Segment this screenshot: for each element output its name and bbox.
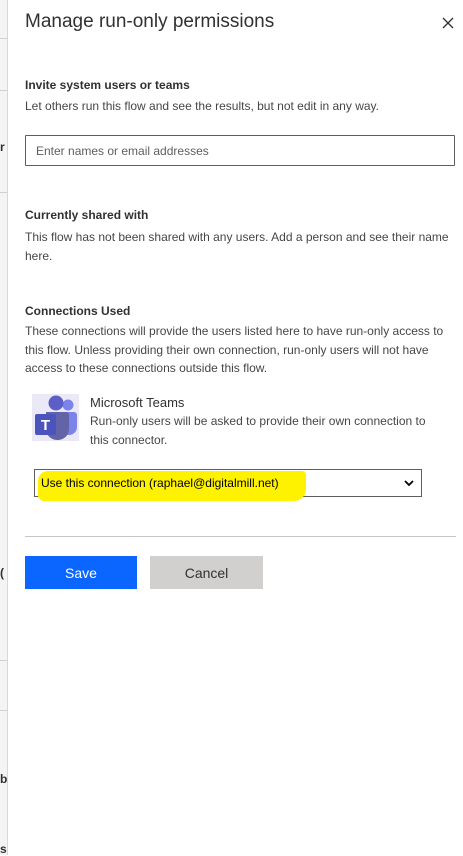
background-divider — [0, 660, 7, 661]
connection-select[interactable]: Use this connection (raphael@digitalmill… — [34, 469, 422, 501]
cancel-button[interactable]: Cancel — [150, 556, 263, 589]
background-divider — [0, 38, 7, 39]
invite-heading: Invite system users or teams — [25, 78, 190, 92]
invite-input[interactable] — [25, 135, 455, 166]
footer-divider — [25, 536, 456, 537]
save-button[interactable]: Save — [25, 556, 137, 589]
background-divider — [0, 90, 7, 91]
background-text-fragment: b — [0, 772, 7, 786]
panel-title: Manage run-only permissions — [25, 11, 275, 32]
chevron-down-icon — [404, 480, 414, 487]
invite-description: Let others run this flow and see the res… — [25, 99, 379, 113]
connections-heading: Connections Used — [25, 304, 131, 318]
close-button[interactable] — [438, 13, 458, 33]
connections-description: These connections will provide the users… — [25, 324, 444, 375]
background-text-fragment: ( — [0, 566, 4, 580]
background-text-fragment: r — [0, 140, 5, 154]
close-icon — [442, 17, 454, 29]
background-page-strip — [0, 0, 8, 855]
shared-description: This flow has not been shared with any u… — [25, 230, 449, 263]
shared-heading: Currently shared with — [25, 208, 149, 222]
microsoft-teams-icon: T — [32, 394, 79, 441]
svg-text:T: T — [41, 417, 50, 434]
background-divider — [0, 192, 7, 193]
connection-name: Microsoft Teams — [90, 395, 185, 410]
connection-description: Run-only users will be asked to provide … — [90, 414, 426, 447]
background-divider — [0, 710, 7, 711]
background-text-fragment: s — [0, 842, 7, 856]
manage-permissions-panel: Manage run-only permissions Invite syste… — [8, 0, 463, 855]
connection-select-value: Use this connection (raphael@digitalmill… — [41, 476, 279, 490]
